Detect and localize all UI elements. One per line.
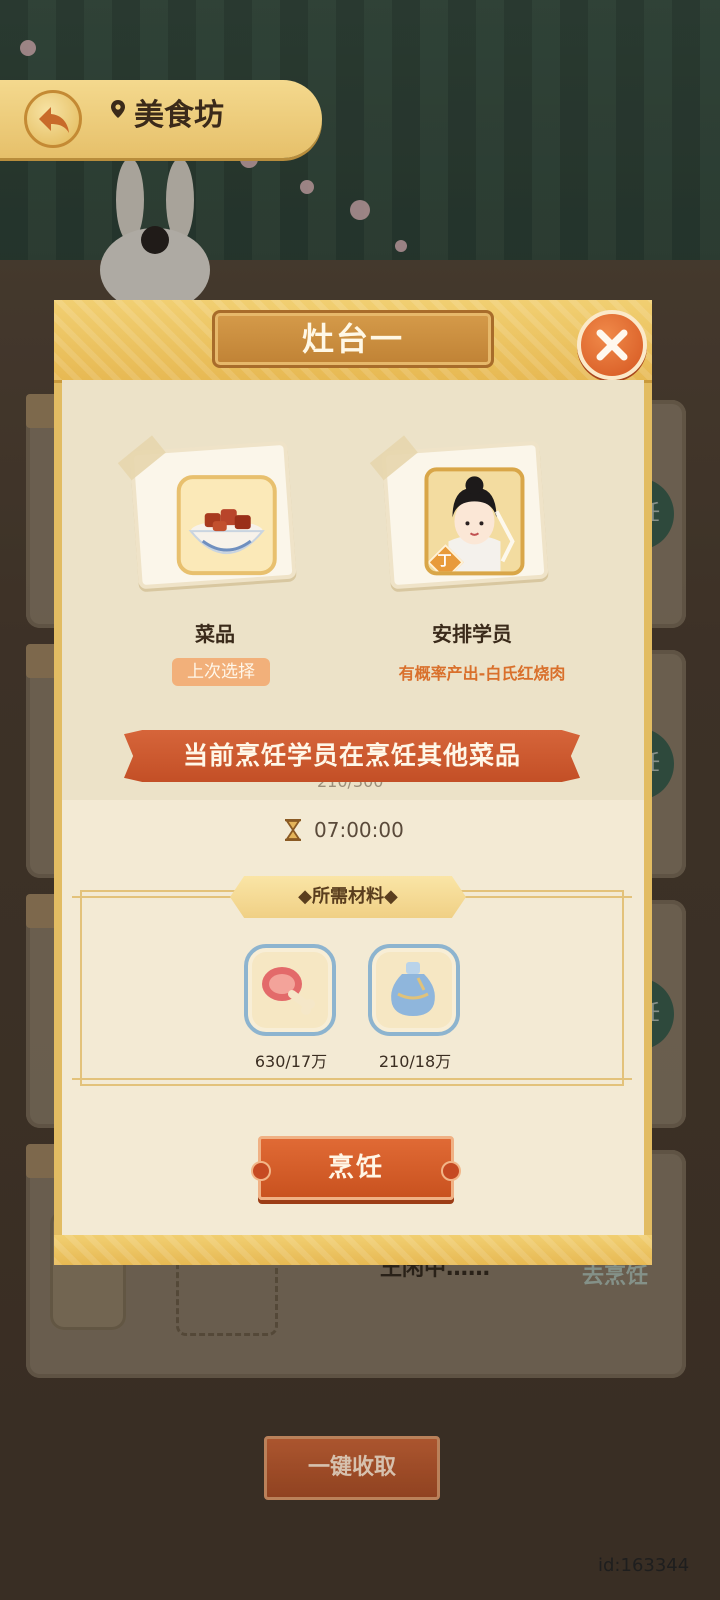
dish-card[interactable] bbox=[117, 435, 297, 590]
frame-left bbox=[54, 380, 62, 1235]
collect-all-button[interactable]: 一键收取 bbox=[264, 1436, 440, 1500]
page-title: 美食坊 bbox=[134, 98, 224, 133]
materials-title: ◆所需材料◆ bbox=[298, 886, 398, 907]
braised-pork-bowl-icon bbox=[188, 509, 265, 555]
student-frame: 丁 bbox=[424, 467, 525, 576]
warning-banner: 当前烹饪学员在烹饪其他菜品 bbox=[124, 730, 580, 782]
student-card[interactable]: 丁 bbox=[369, 435, 549, 590]
frame-right bbox=[644, 380, 652, 1235]
back-button[interactable] bbox=[24, 90, 82, 148]
probability-text: 有概率产出-白氏红烧肉 bbox=[398, 664, 566, 683]
rank-badge-text: 丁 bbox=[437, 553, 452, 570]
material-item-meat[interactable] bbox=[244, 944, 336, 1036]
material-item-sauce[interactable] bbox=[368, 944, 460, 1036]
timer-text: 07:00:00 bbox=[314, 818, 404, 842]
title-plate: 灶台一 bbox=[212, 310, 494, 368]
dish-frame bbox=[176, 475, 277, 576]
back-arrow-icon bbox=[39, 107, 69, 133]
modal-title: 灶台一 bbox=[301, 320, 404, 358]
warning-text: 当前烹饪学员在烹饪其他菜品 bbox=[182, 741, 521, 770]
player-id: id:163344 bbox=[598, 1555, 690, 1576]
cook-button-label: 烹饪 bbox=[327, 1153, 384, 1183]
materials-title-plate: ◆所需材料◆ bbox=[230, 876, 466, 918]
knot-decoration bbox=[251, 1161, 271, 1181]
cook-button[interactable]: 烹饪 bbox=[251, 1136, 461, 1200]
material-count: 210/18万 bbox=[378, 1052, 452, 1071]
sauce-vase-icon bbox=[391, 962, 435, 1016]
stove-modal: 灶台一 丁 菜品 上次选择 安排学员 有概率产出-白氏红烧肉 当前烹饪学员在烹饪… bbox=[54, 300, 652, 1265]
close-icon bbox=[596, 329, 628, 361]
meat-drumstick-icon bbox=[262, 967, 315, 1015]
dish-label: 菜品 bbox=[195, 622, 235, 646]
hourglass-icon bbox=[285, 819, 301, 841]
collect-all-label: 一键收取 bbox=[307, 1455, 396, 1480]
materials-box bbox=[72, 890, 632, 1086]
knot-decoration bbox=[441, 1161, 461, 1181]
student-label: 安排学员 bbox=[432, 622, 512, 646]
material-count: 630/17万 bbox=[254, 1052, 328, 1071]
modal-footer bbox=[54, 1235, 652, 1265]
close-button[interactable] bbox=[577, 310, 647, 380]
last-selected-badge: 上次选择 bbox=[172, 658, 270, 686]
location-pin-icon bbox=[111, 100, 125, 118]
